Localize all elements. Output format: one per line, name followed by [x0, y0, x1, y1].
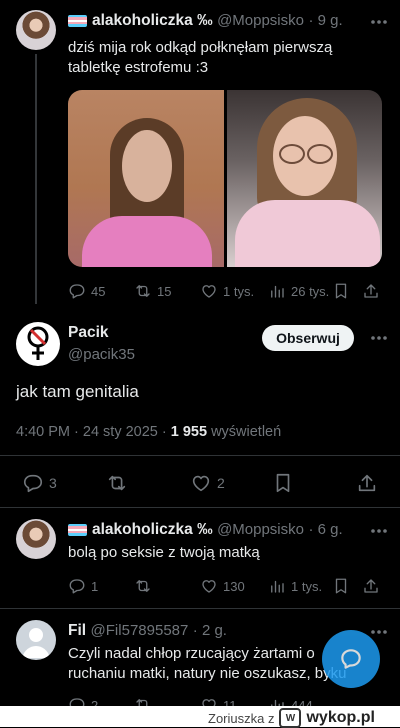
- display-name[interactable]: alakoholiczka ‰: [92, 521, 213, 538]
- more-icon[interactable]: [368, 521, 390, 541]
- tweet-text-line: dziś mija rok odkąd połknęłam pierwszą: [68, 39, 333, 56]
- reply-count: 3: [49, 475, 57, 491]
- tweet-header: alakoholiczka ‰ @Moppsisko · 6 g.: [68, 521, 343, 539]
- like-button[interactable]: 130: [200, 577, 245, 595]
- reply-button[interactable]: 45: [68, 282, 105, 300]
- repost-button[interactable]: 15: [134, 282, 171, 300]
- avatar[interactable]: [16, 620, 56, 660]
- views-button[interactable]: 26 tys.: [268, 282, 329, 300]
- divider: [0, 507, 400, 508]
- like-icon: [192, 475, 210, 492]
- tweet-text-line: tabletkę estrofemu :3: [68, 59, 209, 76]
- watermark-brand: wykop.pl: [306, 709, 375, 726]
- reply-icon: [23, 474, 43, 493]
- watermark-source: Zoriuszka z: [208, 710, 275, 726]
- like-button[interactable]: 1 tys.: [200, 282, 254, 300]
- compose-icon: [341, 649, 361, 669]
- follow-button[interactable]: Obserwuj: [262, 325, 354, 351]
- views-button[interactable]: 1 tys.: [268, 577, 322, 595]
- views-icon: [271, 580, 284, 593]
- share-button[interactable]: [356, 472, 378, 494]
- views-count: 26 tys.: [291, 283, 330, 299]
- display-name[interactable]: alakoholiczka ‰: [92, 12, 213, 29]
- repost-icon: [136, 580, 150, 592]
- avatar[interactable]: [16, 519, 56, 559]
- handle[interactable]: @Moppsisko: [217, 521, 304, 538]
- views-label: wyświetleń: [207, 424, 282, 440]
- reply-count: 45: [91, 283, 106, 299]
- tweet-text: dziś mija rok odkąd połknęłam pierwszą t…: [68, 38, 388, 78]
- handle[interactable]: @Fil57895587: [91, 622, 189, 639]
- repost-button[interactable]: [106, 472, 128, 494]
- timestamp[interactable]: 4:40 PM · 24 sty 2025 ·: [16, 424, 171, 440]
- repost-count: 15: [157, 283, 172, 299]
- more-icon[interactable]: [368, 12, 390, 32]
- repost-button[interactable]: [134, 577, 152, 595]
- timestamp[interactable]: · 2 g.: [193, 622, 227, 639]
- divider: [0, 608, 400, 609]
- avatar[interactable]: [16, 322, 60, 366]
- like-count: 1 tys.: [223, 283, 255, 299]
- reply-button[interactable]: 1: [68, 577, 98, 595]
- handle[interactable]: @Moppsisko: [217, 12, 304, 29]
- trans-flag-icon: [68, 14, 87, 27]
- display-name[interactable]: Pacik: [68, 324, 109, 342]
- views-count: 1 tys.: [291, 578, 323, 594]
- media-photo-1[interactable]: [68, 90, 224, 267]
- bookmark-icon: [335, 578, 347, 594]
- views-count: 1 955: [170, 424, 208, 440]
- default-avatar-icon: [22, 628, 50, 658]
- views-icon: [271, 285, 284, 298]
- display-name[interactable]: Fil: [68, 622, 86, 639]
- like-icon: [202, 285, 216, 298]
- like-button[interactable]: 2: [190, 472, 225, 494]
- timestamp[interactable]: · 6 g.: [308, 521, 342, 538]
- thread-line: [35, 54, 37, 304]
- bookmark-button[interactable]: [272, 472, 294, 494]
- tweet-text: bolą po seksie z twoją matką: [68, 544, 260, 561]
- bookmark-icon: [335, 283, 347, 299]
- wykop-logo-icon: W: [279, 708, 302, 728]
- more-icon[interactable]: [368, 328, 390, 348]
- share-icon: [364, 284, 378, 298]
- timestamp[interactable]: · 9 g.: [308, 12, 342, 29]
- avatar[interactable]: [16, 10, 56, 50]
- like-icon: [202, 580, 216, 593]
- share-icon: [364, 579, 378, 593]
- media-photo-2[interactable]: [227, 90, 382, 267]
- trans-flag-icon: [68, 523, 87, 536]
- like-count: 2: [217, 475, 225, 491]
- reply-button[interactable]: 3: [22, 472, 57, 494]
- bookmark-button[interactable]: [332, 282, 350, 300]
- share-icon: [358, 474, 376, 492]
- tweet-text: jak tam genitalia: [16, 382, 139, 401]
- reply-icon: [69, 579, 85, 594]
- handle[interactable]: @pacik35: [68, 346, 135, 363]
- bookmark-button[interactable]: [332, 577, 350, 595]
- venus-icon: [27, 326, 49, 360]
- media-grid[interactable]: [68, 90, 382, 267]
- repost-icon: [108, 475, 126, 491]
- tweet-header: alakoholiczka ‰ @Moppsisko · 9 g.: [68, 12, 343, 30]
- compose-button[interactable]: [322, 630, 380, 688]
- like-count: 130: [223, 578, 245, 594]
- watermark: Zoriuszka z W wykop.pl: [208, 708, 375, 728]
- tweet-header: Fil @Fil57895587 · 2 g.: [68, 622, 227, 640]
- reply-count: 1: [91, 578, 99, 594]
- share-button[interactable]: [362, 282, 380, 300]
- divider: [0, 455, 400, 456]
- bookmark-icon: [276, 473, 290, 493]
- reply-icon: [69, 284, 85, 299]
- repost-icon: [136, 285, 150, 297]
- share-button[interactable]: [362, 577, 380, 595]
- tweet-meta: 4:40 PM · 24 sty 2025 · 1 955 wyświetleń: [16, 424, 281, 440]
